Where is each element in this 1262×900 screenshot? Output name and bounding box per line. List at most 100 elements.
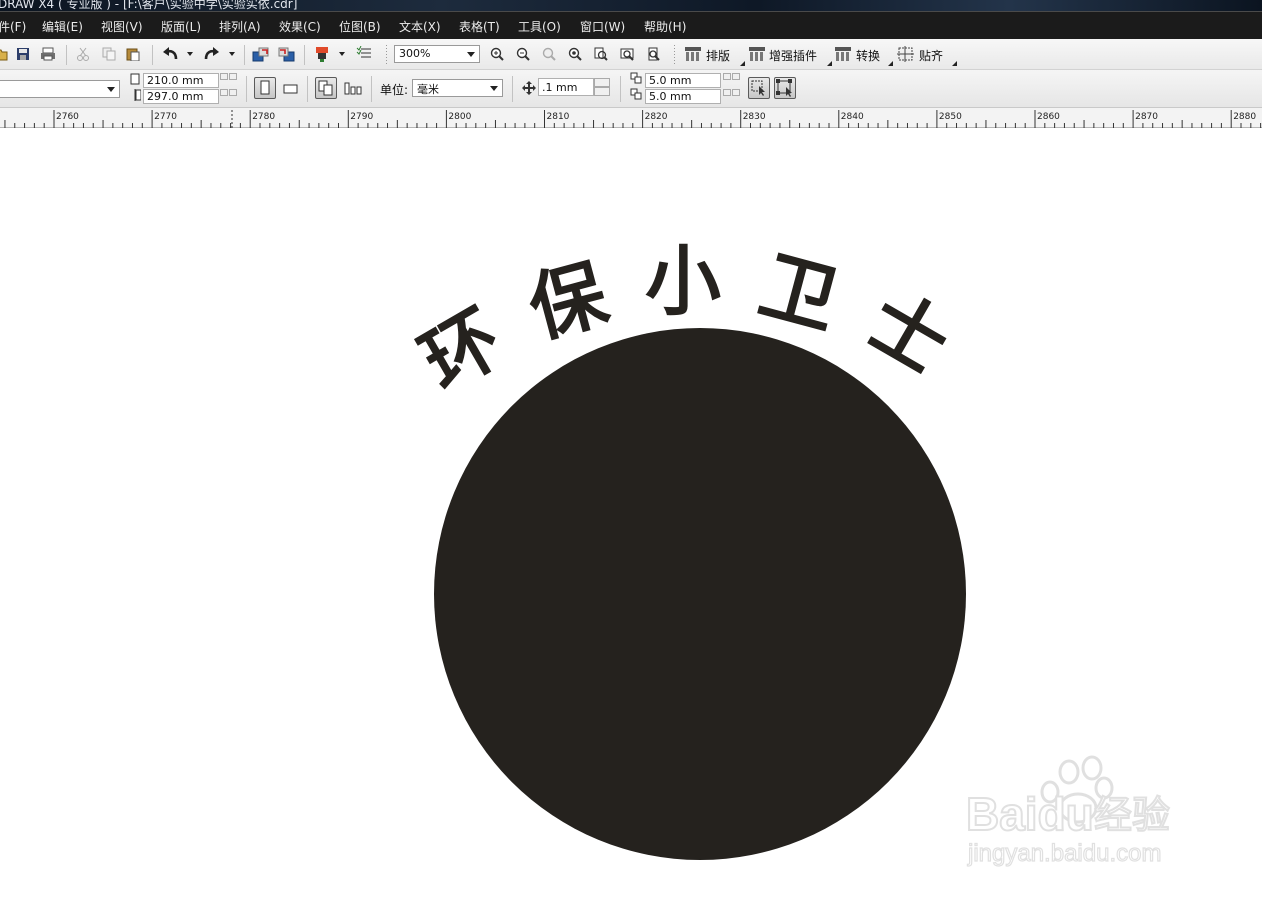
export-icon[interactable]: [278, 46, 296, 62]
zoom-to-all-objects-icon[interactable]: [568, 47, 582, 61]
nudge-spin-down[interactable]: [594, 87, 610, 96]
application-launcher-icon[interactable]: [314, 45, 332, 63]
snap-icon[interactable]: [897, 46, 915, 62]
horizontal-ruler[interactable]: 2760 2770 2780 2790 2800 2810 2820 2830 2840 2850…: [0, 108, 1262, 128]
title-bar: DRAW X4 ( 专业版 ) - [F:\客户\实验中学\实验实依.cdr]: [0, 0, 1262, 11]
ruler-label: 2870: [1135, 112, 1158, 122]
undo-dropdown-icon[interactable]: [186, 51, 194, 57]
all-pages-icon: [318, 80, 333, 96]
page-height-field[interactable]: 297.0 mm: [143, 89, 219, 104]
convert-button[interactable]: 转换: [856, 47, 880, 64]
ruler-label: 2770: [154, 112, 177, 122]
unit-select[interactable]: 毫米: [412, 79, 503, 97]
arc-char-4: 卫: [751, 240, 880, 354]
undo-icon[interactable]: [162, 46, 180, 62]
plugins-icon[interactable]: [748, 46, 766, 62]
menu-bitmaps[interactable]: 位图(B): [339, 18, 381, 35]
nudge-spin-up[interactable]: [594, 78, 610, 87]
copy-icon[interactable]: [102, 47, 116, 61]
paste-icon[interactable]: [126, 47, 140, 61]
zoom-to-page-height-icon[interactable]: [646, 47, 660, 61]
welcome-screen-icon[interactable]: [356, 46, 372, 62]
menu-tools[interactable]: 工具(O): [518, 18, 561, 35]
zoom-to-page-icon[interactable]: [594, 47, 608, 61]
duplicate-y-spin-up[interactable]: [732, 89, 740, 96]
menu-text[interactable]: 文本(X): [399, 18, 441, 35]
duplicate-x-value: 5.0 mm: [649, 74, 692, 87]
arc-char-1: 环: [407, 275, 547, 407]
import-icon[interactable]: [252, 46, 270, 62]
snap-button[interactable]: 贴齐: [919, 47, 943, 64]
duplicate-y-icon: [630, 88, 642, 100]
ruler-ticks: 2760 2770 2780 2790 2800 2810 2820 2830 2840 2850…: [4, 110, 1262, 128]
page-width-spin-up[interactable]: [229, 73, 237, 80]
duplicate-y-value: 5.0 mm: [649, 90, 692, 103]
duplicate-x-spin-down[interactable]: [723, 73, 731, 80]
menu-bar: 件(F) 编辑(E) 视图(V) 版面(L) 排列(A) 效果(C) 位图(B)…: [0, 11, 1262, 39]
ruler-label: 2850: [939, 112, 962, 122]
watermark-url: jingyan.baidu.com: [967, 840, 1161, 867]
arc-char-3: 小: [645, 237, 755, 326]
print-icon[interactable]: [40, 47, 56, 61]
menu-table[interactable]: 表格(T): [459, 18, 500, 35]
ruler-label: 2880: [1233, 112, 1256, 122]
drawing-canvas[interactable]: 环保小卫士 Baidu 经验 jingyan.baidu.com: [0, 128, 1262, 896]
property-bar: 210.0 mm 297.0 mm 单位: 毫米 .1 mm 5.0 mm 5.…: [0, 70, 1262, 108]
ruler-label: 2820: [645, 112, 668, 122]
page-width-field[interactable]: 210.0 mm: [143, 73, 219, 88]
plugins-button[interactable]: 增强插件: [769, 47, 817, 64]
zoom-to-selected-icon[interactable]: [542, 47, 556, 61]
redo-icon[interactable]: [202, 46, 220, 62]
all-pages-button[interactable]: [315, 77, 337, 99]
page-height-spin-down[interactable]: [220, 89, 228, 96]
chevron-down-icon: [467, 52, 475, 57]
menu-edit[interactable]: 编辑(E): [42, 18, 83, 35]
portrait-button[interactable]: [254, 77, 276, 99]
landscape-icon[interactable]: [282, 80, 300, 98]
duplicate-x-spin-up[interactable]: [732, 73, 740, 80]
zoom-to-page-width-icon[interactable]: [620, 47, 634, 61]
duplicate-x-field[interactable]: 5.0 mm: [645, 73, 721, 88]
circle-shape[interactable]: [434, 328, 966, 860]
convert-flyout-icon[interactable]: [888, 61, 893, 66]
unit-label: 单位:: [380, 83, 409, 97]
page-height-spin-up[interactable]: [229, 89, 237, 96]
layout-flyout-icon[interactable]: [740, 61, 745, 66]
draw-object-bounds-button[interactable]: [774, 77, 796, 99]
open-icon[interactable]: [0, 47, 8, 61]
artwork: 环保小卫士 Baidu 经验 jingyan.baidu.com: [407, 237, 1171, 868]
snap-flyout-icon[interactable]: [952, 61, 957, 66]
treat-as-filled-button[interactable]: [748, 77, 770, 99]
zoom-level-select[interactable]: 300%: [394, 45, 480, 63]
menu-window[interactable]: 窗口(W): [580, 18, 625, 35]
nudge-offset-icon: [522, 81, 536, 95]
menu-arrange[interactable]: 排列(A): [219, 18, 261, 35]
plugins-flyout-icon[interactable]: [827, 61, 832, 66]
menu-file[interactable]: 件(F): [0, 18, 26, 35]
menu-layout[interactable]: 版面(L): [161, 18, 201, 35]
menu-effects[interactable]: 效果(C): [279, 18, 321, 35]
convert-icon[interactable]: [834, 46, 852, 62]
launcher-dropdown-icon[interactable]: [338, 51, 346, 57]
arc-char-5: 士: [853, 275, 993, 407]
ruler-label: 2780: [252, 112, 275, 122]
ruler-label: 2830: [743, 112, 766, 122]
menu-view[interactable]: 视图(V): [101, 18, 143, 35]
cut-icon[interactable]: [76, 47, 90, 61]
menu-help[interactable]: 帮助(H): [644, 18, 686, 35]
duplicate-x-icon: [630, 72, 642, 84]
zoom-in-icon[interactable]: [490, 47, 504, 61]
layout-button[interactable]: 排版: [706, 47, 730, 64]
duplicate-y-field[interactable]: 5.0 mm: [645, 89, 721, 104]
current-page-icon[interactable]: [343, 80, 363, 98]
redo-dropdown-icon[interactable]: [228, 51, 236, 57]
duplicate-y-spin-down[interactable]: [723, 89, 731, 96]
zoom-out-icon[interactable]: [516, 47, 530, 61]
layout-plugin-icon[interactable]: [684, 46, 702, 62]
arc-char-2: 保: [520, 240, 649, 354]
treat-as-filled-icon: [751, 80, 765, 96]
page-width-spin-down[interactable]: [220, 73, 228, 80]
nudge-offset-field[interactable]: .1 mm: [538, 78, 594, 96]
paper-size-select[interactable]: [0, 80, 120, 98]
save-icon[interactable]: [16, 47, 30, 61]
